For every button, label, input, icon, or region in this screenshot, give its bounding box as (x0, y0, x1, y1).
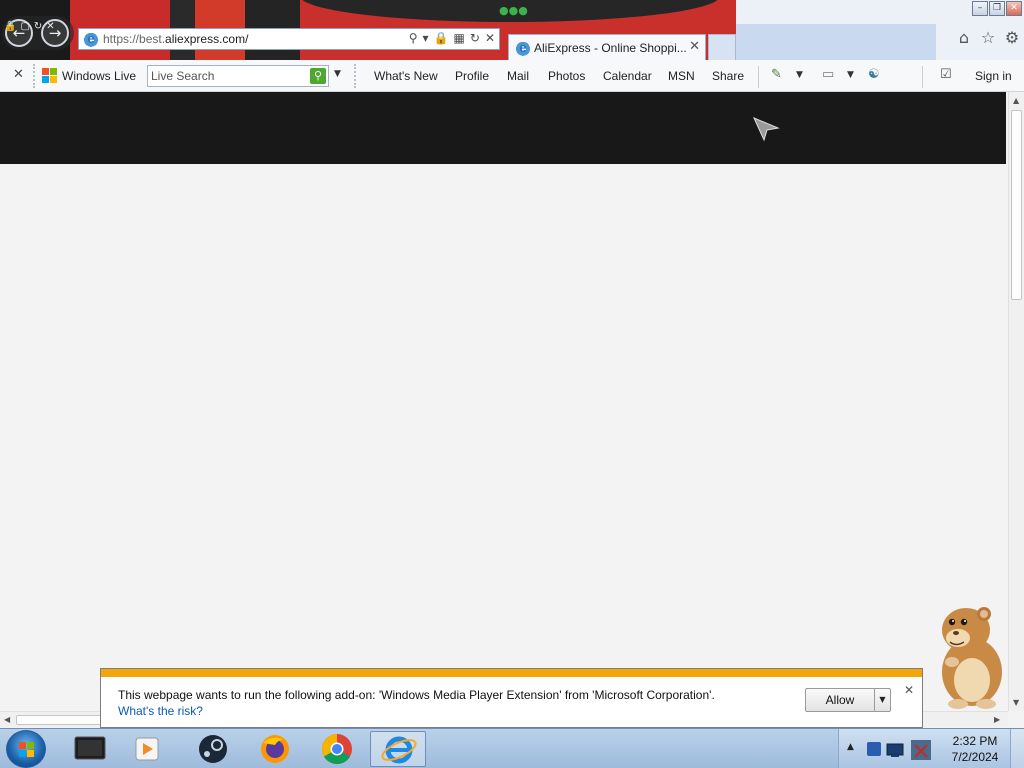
search-input[interactable]: Live Search (151, 69, 214, 83)
steam-icon (199, 735, 227, 763)
link-whats-new[interactable]: What's New (374, 69, 438, 83)
page-content (0, 92, 1008, 711)
highlighter-icon[interactable]: ✎ (771, 67, 782, 82)
tab-title: AliExpress - Online Shoppi... (534, 41, 687, 55)
clock-time: 2:32 PM (952, 734, 998, 748)
lock-icon: 🔒 (4, 21, 17, 32)
close-tab-icon[interactable]: ✕ (689, 39, 700, 54)
url-text[interactable]: https://best.aliexpress.com/ (103, 32, 248, 46)
green-dots-decoration: ●●● (499, 4, 528, 17)
search-icon[interactable]: ⚲ (409, 31, 418, 45)
close-notification-icon[interactable]: ✕ (904, 683, 914, 697)
toolbar-separator (758, 66, 759, 88)
dropdown-arrow-icon[interactable]: ▼ (847, 70, 854, 80)
taskbar-app-terminal[interactable] (62, 731, 118, 767)
hamster-mascot-icon (942, 607, 1002, 709)
link-photos[interactable]: Photos (548, 69, 585, 83)
home-icon[interactable]: ⌂ (954, 28, 974, 48)
windows-logo-icon (19, 742, 35, 758)
start-button[interactable] (6, 730, 46, 768)
taskbar-app-steam[interactable] (185, 731, 241, 767)
media-player-icon (135, 737, 159, 761)
allow-button[interactable]: Allow (805, 688, 875, 712)
compat-view-icon[interactable]: ▦ (454, 31, 465, 45)
tray-icons (867, 740, 931, 760)
scroll-down-icon[interactable]: ▼ (1013, 698, 1019, 707)
horizontal-scroll-thumb[interactable] (16, 715, 106, 725)
mouse-cursor-icon (753, 117, 780, 142)
stop-icon[interactable]: ✕ (46, 21, 54, 32)
dropdown-arrow-icon[interactable]: ▾ (423, 31, 429, 45)
internet-explorer-icon (381, 736, 417, 764)
search-options-dropdown[interactable]: ▼ (334, 69, 341, 79)
toolbar-separator (922, 66, 923, 88)
tab-strip-background (736, 24, 936, 60)
search-icon[interactable]: ⚲ (310, 68, 326, 84)
compat-icon[interactable]: ▢ (20, 21, 29, 32)
close-window-button[interactable]: ✕ (1006, 1, 1022, 16)
gear-icon[interactable]: ⚙ (1002, 28, 1022, 48)
restore-button[interactable]: ❐ (989, 1, 1005, 16)
vertical-scrollbar[interactable]: ▲ ▼ (1008, 92, 1024, 711)
refresh-icon[interactable]: ↻ (470, 31, 480, 45)
minimize-button[interactable]: – (972, 1, 988, 16)
windows-live-toolbar: ✕ Windows Live Live Search ⚲ ▼ What's Ne… (0, 60, 1024, 92)
toolbar-grip[interactable] (33, 64, 36, 88)
live-search-box[interactable]: Live Search ⚲ (147, 65, 329, 87)
notification-stripe (101, 669, 922, 677)
tab-aliexpress[interactable]: e AliExpress - Online Shoppi... ✕ (508, 34, 706, 60)
star-icon[interactable]: ☆ (978, 28, 998, 48)
windows-taskbar: ▲ 2:32 PM 7/2/2024 (0, 728, 1024, 768)
addon-notification-bar: This webpage wants to run the following … (100, 668, 923, 728)
sign-in-link[interactable]: Sign in (975, 69, 1012, 83)
clock[interactable]: 2:32 PM 7/2/2024 (945, 733, 1005, 765)
url-domain: aliexpress.com/ (165, 32, 249, 46)
new-tab-button[interactable] (708, 34, 736, 60)
allow-options-dropdown[interactable]: ▼ (874, 688, 891, 712)
toolbar-grip[interactable] (354, 64, 357, 88)
windows-live-menu[interactable]: Windows Live (62, 69, 136, 83)
window-icon[interactable]: ▭ (822, 67, 834, 82)
firefox-icon (261, 735, 289, 763)
link-share[interactable]: Share (712, 69, 744, 83)
link-msn[interactable]: MSN (668, 69, 695, 83)
translate-icon[interactable]: ☯ (868, 67, 880, 82)
terminal-icon (74, 736, 106, 760)
scroll-up-icon[interactable]: ▲ (1013, 96, 1019, 105)
close-toolbar-icon[interactable]: ✕ (13, 67, 24, 82)
whats-the-risk-link[interactable]: What's the risk? (118, 704, 203, 718)
link-mail[interactable]: Mail (507, 69, 529, 83)
browser-title-bar: ●●● ← → 🔒 ▢ ↻ ✕ e https://best.aliexpres… (0, 0, 1024, 60)
window-controls: – ❐ ✕ (972, 1, 1022, 16)
taskbar-app-media-player[interactable] (120, 731, 176, 767)
mini-toolbar-icons: 🔒 ▢ ↻ ✕ (4, 21, 55, 32)
system-tray: ▲ 2:32 PM 7/2/2024 (838, 729, 1024, 768)
scroll-left-icon[interactable]: ◀ (4, 715, 10, 724)
windows-live-logo-icon (42, 68, 58, 84)
link-profile[interactable]: Profile (455, 69, 489, 83)
notification-message: This webpage wants to run the following … (118, 688, 715, 702)
ie-tab-icon: e (515, 40, 531, 56)
refresh-icon[interactable]: ↻ (34, 21, 42, 32)
dropdown-arrow-icon[interactable]: ▼ (796, 70, 803, 80)
show-hidden-icons-icon[interactable]: ▲ (847, 742, 854, 752)
stop-icon[interactable]: ✕ (485, 31, 495, 45)
taskbar-app-internet-explorer[interactable] (370, 731, 426, 767)
show-desktop-button[interactable] (1010, 729, 1024, 768)
taskbar-app-chrome[interactable] (309, 731, 365, 767)
link-calendar[interactable]: Calendar (603, 69, 652, 83)
clock-date: 7/2/2024 (951, 750, 999, 764)
site-header (0, 92, 1006, 164)
chrome-icon (321, 734, 352, 765)
address-bar[interactable]: e https://best.aliexpress.com/ ⚲ ▾ 🔒 ▦ ↻… (78, 28, 500, 50)
checkbox-icon[interactable]: ☑ (940, 67, 952, 82)
taskbar-app-firefox[interactable] (247, 731, 303, 767)
scroll-right-icon[interactable]: ▶ (994, 715, 1000, 724)
browser-tools: ⌂ ☆ ⚙ (954, 28, 1022, 48)
ie-page-icon: e (83, 31, 99, 47)
url-prefix: https://best. (103, 32, 166, 46)
vertical-scroll-thumb[interactable] (1011, 110, 1022, 300)
lock-icon[interactable]: 🔒 (434, 31, 449, 45)
